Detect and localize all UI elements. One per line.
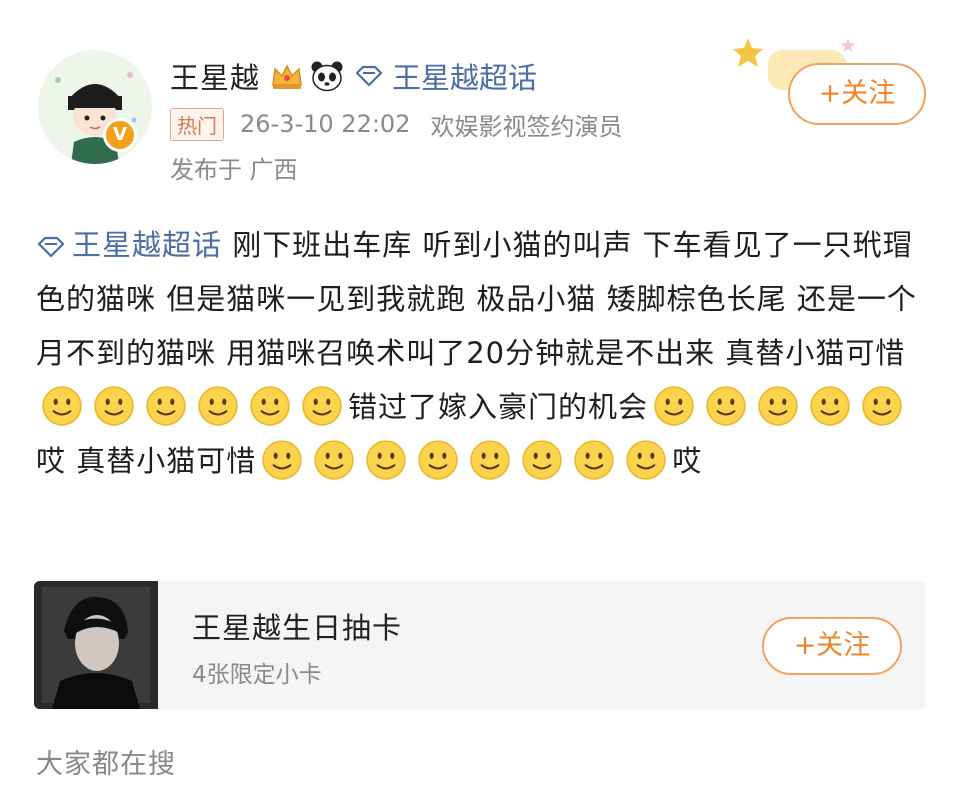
supertopic-link[interactable]: 王星越超话 <box>392 55 537 97</box>
smile-emoji-icon <box>146 386 186 426</box>
post-topic-text: 王星越超话 <box>72 228 223 262</box>
smile-emoji-icon <box>862 386 902 426</box>
verified-badge-icon: V <box>103 118 137 152</box>
smile-emoji-icon <box>94 386 134 426</box>
post-text-3: 哎 真替小猫可惜 <box>36 444 257 478</box>
card-subtitle: 4张限定小卡 <box>192 662 322 688</box>
crown-badge-icon[interactable] <box>270 61 304 91</box>
smile-emoji-icon <box>522 440 562 480</box>
follow-button[interactable]: +关注 <box>788 63 926 125</box>
smile-emoji-icon <box>654 386 694 426</box>
linked-card[interactable]: 王星越生日抽卡 4张限定小卡 +关注 <box>34 581 926 709</box>
post-time: 26-3-10 22:02 <box>240 110 411 138</box>
user-description: 欢娱影视签约演员 <box>430 112 623 141</box>
smile-emoji-icon <box>470 440 510 480</box>
smile-emoji-icon <box>198 386 238 426</box>
username[interactable]: 王星越 <box>170 55 260 97</box>
name-row: 王星越 王星越超话 <box>170 56 537 96</box>
smile-emoji-icon <box>42 386 82 426</box>
smile-emoji-icon <box>706 386 746 426</box>
post-text-2: 错过了嫁入豪门的机会 <box>348 390 649 424</box>
card-follow-button[interactable]: +关注 <box>762 617 902 675</box>
post-header: V 王星越 王星越超话 热门 26-3-10 22:02 欢娱影视签约演员 发布… <box>0 0 960 200</box>
post-topic-link[interactable]: 王星越超话 <box>36 228 222 262</box>
smile-emoji-icon <box>250 386 290 426</box>
post-location: 发布于 广西 <box>170 156 298 184</box>
panda-badge-icon[interactable] <box>310 60 344 92</box>
smile-emoji-icon <box>366 440 406 480</box>
smile-emoji-icon <box>262 440 302 480</box>
smile-emoji-icon <box>626 440 666 480</box>
diamond-icon <box>355 65 383 87</box>
smile-emoji-icon <box>758 386 798 426</box>
smile-emoji-icon <box>418 440 458 480</box>
hot-tag: 热门 <box>170 107 224 141</box>
diamond-icon <box>37 236 65 258</box>
smile-emoji-icon <box>574 440 614 480</box>
meta-row: 热门 26-3-10 22:02 欢娱影视签约演员 <box>170 106 622 142</box>
card-thumbnail <box>34 581 158 709</box>
post-content: 王星越超话 刚下班出车库 听到小猫的叫声 下车看见了一只玳瑁色的猫咪 但是猫咪一… <box>36 218 926 488</box>
smile-emoji-icon <box>314 440 354 480</box>
smile-emoji-icon <box>810 386 850 426</box>
user-avatar[interactable] <box>38 50 152 164</box>
trending-search-label: 大家都在搜 <box>36 749 176 780</box>
smile-emoji-icon <box>302 386 342 426</box>
post-text-4: 哎 <box>672 444 703 478</box>
card-title: 王星越生日抽卡 <box>192 611 403 645</box>
